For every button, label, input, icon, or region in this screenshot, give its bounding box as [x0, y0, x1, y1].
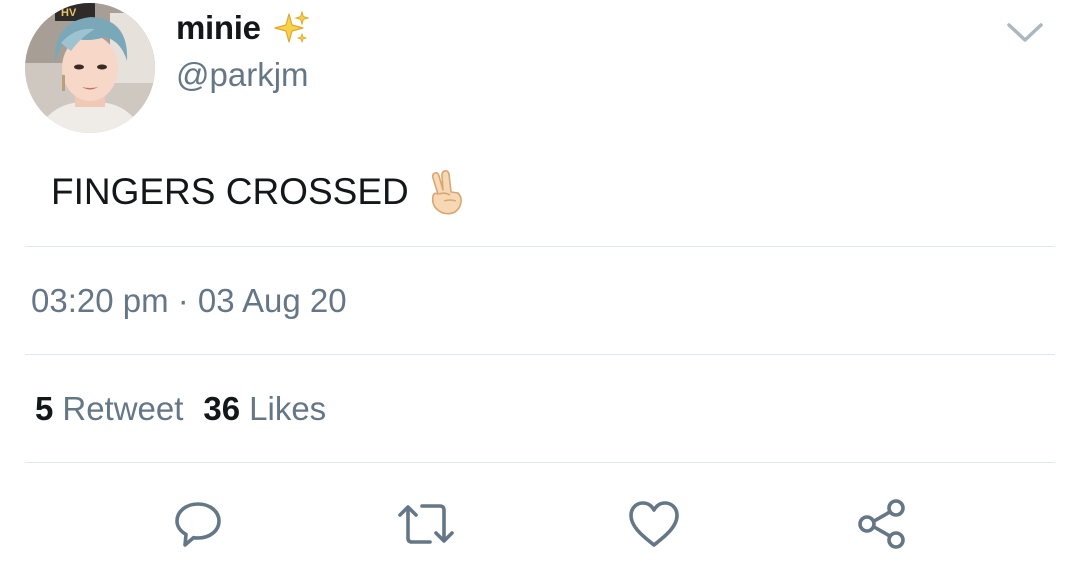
heart-icon	[629, 501, 679, 547]
display-name-row: minie	[176, 8, 309, 48]
tweet-body: FINGERS CROSSED	[51, 171, 409, 212]
likes-count: 36	[203, 390, 241, 427]
user-handle[interactable]: @parkjm	[176, 56, 309, 94]
retweet-label: Retweet	[62, 390, 184, 427]
likes-stat[interactable]: 36 Likes	[203, 390, 326, 428]
tweet-stats: 5 Retweet 36 Likes	[35, 390, 326, 428]
retweet-stat[interactable]: 5 Retweet	[35, 390, 183, 428]
tweet-detail: HV minie @parkjm FINGERS CROSSED 03:20 p…	[0, 0, 1080, 581]
tweet-text: FINGERS CROSSED	[51, 168, 465, 216]
retweet-button[interactable]	[396, 494, 456, 554]
crossed-fingers-icon	[431, 170, 462, 215]
divider	[25, 462, 1055, 463]
share-icon	[858, 499, 905, 549]
avatar[interactable]: HV	[25, 3, 155, 133]
divider	[25, 246, 1055, 247]
like-button[interactable]	[624, 494, 684, 554]
likes-label: Likes	[249, 390, 327, 427]
reply-icon	[175, 502, 221, 547]
retweet-count: 5	[35, 390, 54, 427]
svg-text:HV: HV	[61, 7, 77, 19]
share-button[interactable]	[852, 494, 912, 554]
sparkles-icon	[274, 10, 309, 44]
display-name[interactable]: minie	[176, 9, 261, 47]
divider	[25, 354, 1055, 355]
retweet-icon	[398, 504, 454, 544]
reply-button[interactable]	[168, 494, 228, 554]
timestamp: 03:20 pm · 03 Aug 20	[31, 282, 347, 319]
chevron-down-icon[interactable]	[1006, 20, 1044, 46]
